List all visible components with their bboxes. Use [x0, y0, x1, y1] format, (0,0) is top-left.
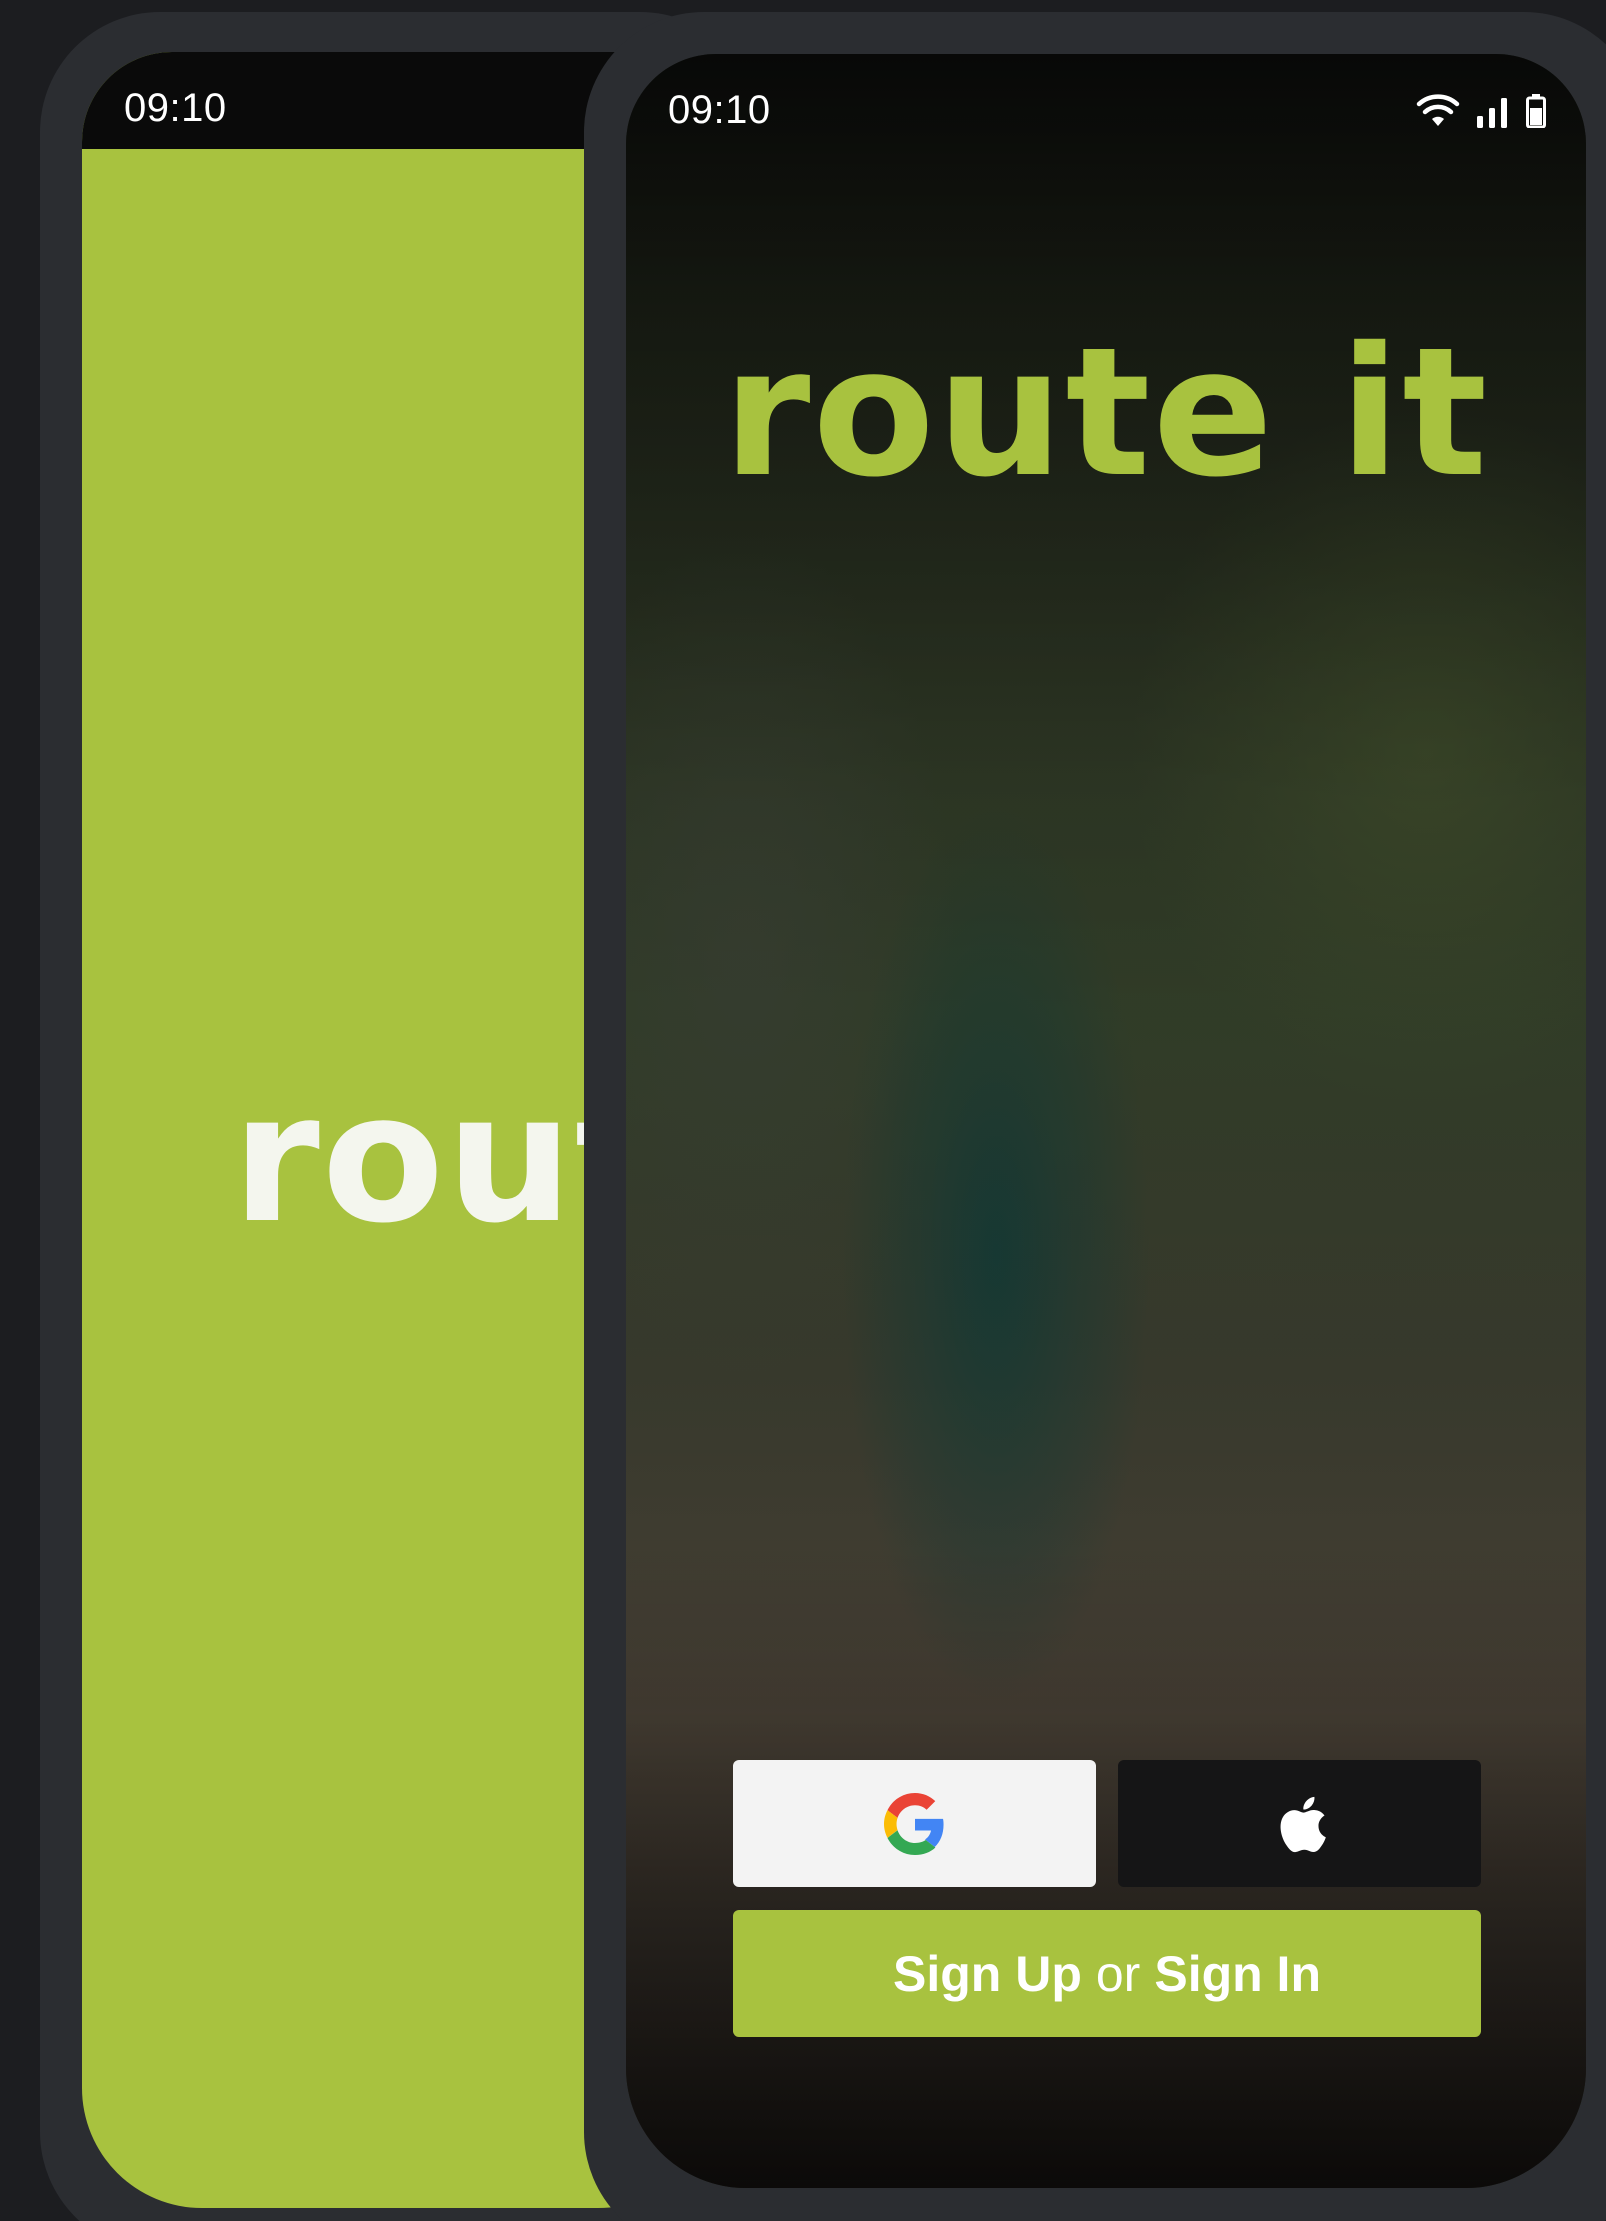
apple-icon	[1280, 1796, 1326, 1852]
status-time: 09:10	[124, 86, 227, 130]
login-screen: 09:10 route it Sign Up or Sign In	[626, 54, 1586, 2188]
social-login-row	[733, 1760, 1481, 1887]
brand-title: route it	[722, 309, 1490, 516]
battery-icon	[1526, 94, 1546, 128]
google-icon	[883, 1792, 944, 1855]
signal-icon	[1477, 98, 1507, 128]
login-phone-frame: 09:10 route it Sign Up or Sign In	[584, 12, 1606, 2221]
google-signin-button[interactable]	[733, 1760, 1096, 1887]
signup-signin-button[interactable]: Sign Up or Sign In	[733, 1910, 1481, 2037]
apple-signin-button[interactable]	[1118, 1760, 1481, 1887]
app-showcase: 09:10 rout 09:10 route it Sign Up or Sig…	[0, 0, 1606, 2221]
status-icons	[1416, 90, 1546, 128]
status-time: 09:10	[668, 88, 771, 132]
wifi-icon	[1416, 94, 1460, 126]
signin-label: Sign In	[1154, 1945, 1321, 2002]
signup-label: Sign Up	[893, 1945, 1082, 2002]
or-label: or	[1095, 1945, 1141, 2002]
